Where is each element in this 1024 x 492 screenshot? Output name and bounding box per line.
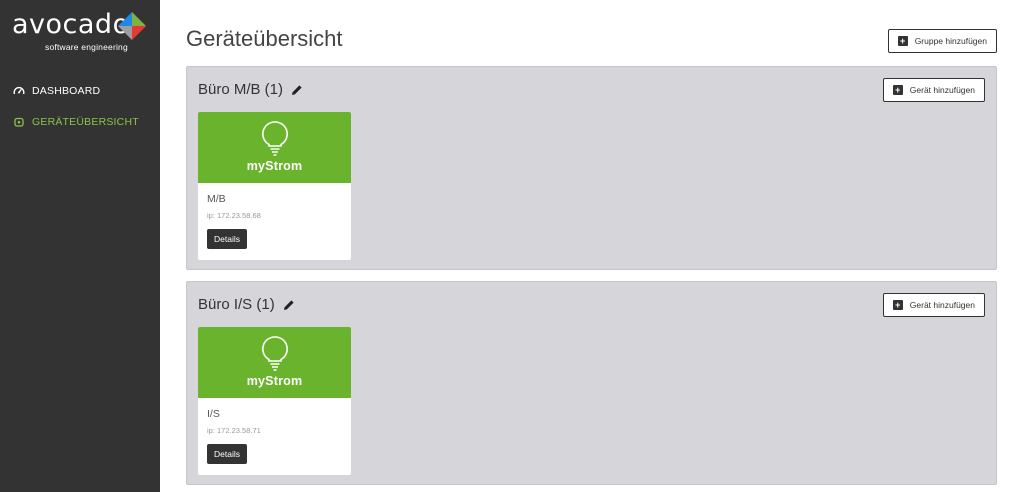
sidebar-nav: DASHBOARD GERÄTEÜBERSICHT <box>0 80 160 133</box>
add-device-label: Gerät hinzufügen <box>909 300 975 310</box>
sidebar-item-dashboard[interactable]: DASHBOARD <box>0 80 160 102</box>
sidebar-item-label: DASHBOARD <box>32 85 101 97</box>
pencil-icon[interactable] <box>291 84 303 96</box>
pencil-icon[interactable] <box>283 299 295 311</box>
device-brand: myStrom <box>246 374 303 388</box>
device-name: M/B <box>207 193 226 205</box>
details-button[interactable]: Details <box>207 444 247 464</box>
device-name: I/S <box>207 408 220 420</box>
group-title: Büro I/S (1) <box>198 296 295 313</box>
group-title-text: Büro M/B (1) <box>198 81 284 98</box>
sidebar: avocado software engineering DASHBOARD G… <box>0 0 160 492</box>
device-icon <box>13 116 25 128</box>
add-group-button[interactable]: + Gruppe hinzufügen <box>887 29 997 53</box>
logo[interactable]: avocado software engineering <box>0 0 160 66</box>
plus-icon: + <box>897 36 908 46</box>
device-card-body: I/S ip: 172.23.58.71 Details <box>198 398 351 474</box>
lightbulb-icon <box>261 336 288 371</box>
plus-icon: + <box>892 85 903 95</box>
device-ip: ip: 172.23.58.68 <box>207 211 261 220</box>
device-card: myStrom I/S ip: 172.23.58.71 Details <box>198 327 351 475</box>
group-title: Büro M/B (1) <box>198 81 303 98</box>
device-brand: myStrom <box>246 159 303 173</box>
logo-tagline: software engineering <box>45 42 128 52</box>
device-group: Büro I/S (1) + Gerät hinzufügen myStrom … <box>186 281 997 485</box>
page-header: Geräteübersicht + Gruppe hinzufügen <box>186 0 997 66</box>
add-group-label: Gruppe hinzufügen <box>914 36 987 46</box>
add-device-button[interactable]: + Gerät hinzufügen <box>882 78 985 102</box>
device-ip: ip: 172.23.58.71 <box>207 426 261 435</box>
sidebar-item-label: GERÄTEÜBERSICHT <box>32 116 139 128</box>
lightbulb-icon <box>261 121 288 156</box>
device-card-banner: myStrom <box>198 112 351 183</box>
device-group: Büro M/B (1) + Gerät hinzufügen myStrom … <box>186 66 997 270</box>
app: avocado software engineering DASHBOARD G… <box>0 0 1024 492</box>
add-device-button[interactable]: + Gerät hinzufügen <box>882 293 985 317</box>
dashboard-gauge-icon <box>13 85 25 97</box>
device-card-banner: myStrom <box>198 327 351 398</box>
page-title: Geräteübersicht <box>186 26 343 51</box>
add-device-label: Gerät hinzufügen <box>909 85 975 95</box>
device-card-body: M/B ip: 172.23.58.68 Details <box>198 183 351 259</box>
details-button[interactable]: Details <box>207 229 247 249</box>
device-card: myStrom M/B ip: 172.23.58.68 Details <box>198 112 351 260</box>
group-title-text: Büro I/S (1) <box>198 296 275 313</box>
plus-icon: + <box>892 300 903 310</box>
sidebar-item-geraeteuebersicht[interactable]: GERÄTEÜBERSICHT <box>0 111 160 133</box>
logo-diamond-icon <box>118 12 146 40</box>
main-content: Geräteübersicht + Gruppe hinzufügen Büro… <box>160 0 1024 492</box>
